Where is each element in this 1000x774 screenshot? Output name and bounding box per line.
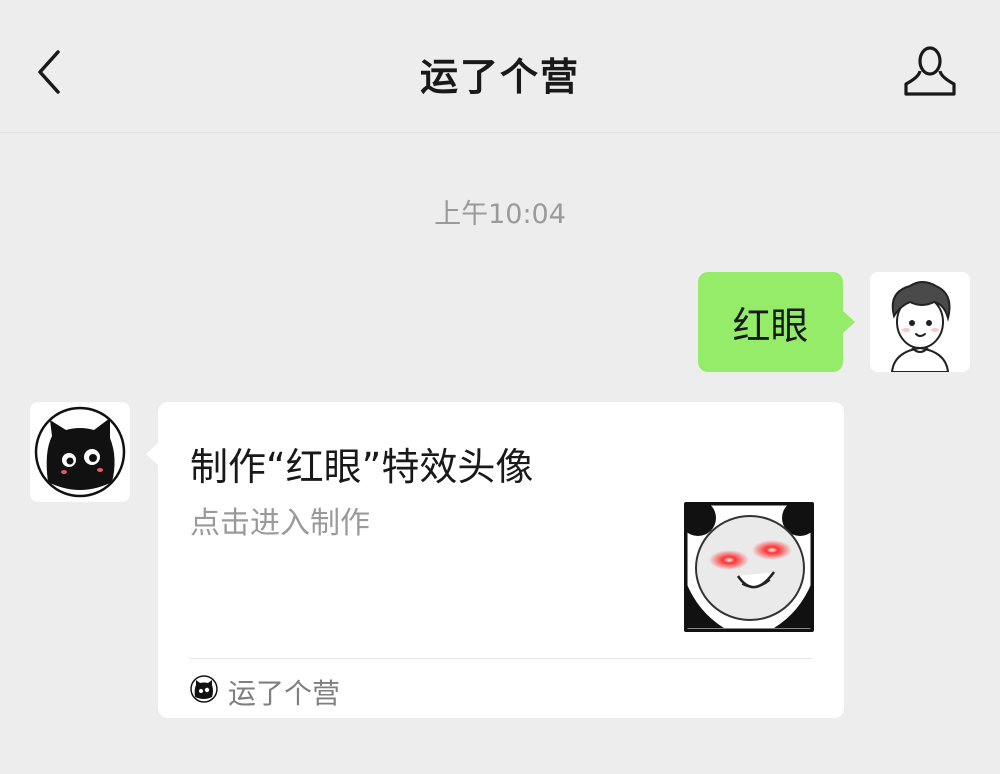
panda-red-eyes-icon [684, 502, 814, 632]
bot-avatar[interactable] [30, 402, 130, 502]
chat-header: 运了个营 [0, 0, 1000, 133]
card-title: 制作“红眼”特效头像 [190, 445, 534, 489]
card-divider [190, 658, 812, 659]
message-timestamp: 上午10:04 [434, 199, 566, 230]
card-source-icon [190, 675, 218, 703]
cartoon-boy-avatar-icon [870, 272, 970, 372]
card-thumbnail [684, 502, 814, 632]
my-message-bubble[interactable]: 红眼 [698, 272, 855, 372]
black-cat-icon [190, 675, 218, 703]
chat-title: 运了个营 [419, 55, 580, 99]
black-cat-avatar-icon [30, 402, 130, 502]
chat-info-button[interactable] [898, 44, 962, 100]
my-avatar[interactable] [870, 272, 970, 372]
person-icon [904, 46, 956, 96]
mini-program-card[interactable]: 制作“红眼”特效头像 点击进入制作 运了个营 [146, 402, 844, 718]
card-source-name: 运了个营 [228, 677, 341, 710]
card-description: 点击进入制作 [190, 506, 370, 541]
